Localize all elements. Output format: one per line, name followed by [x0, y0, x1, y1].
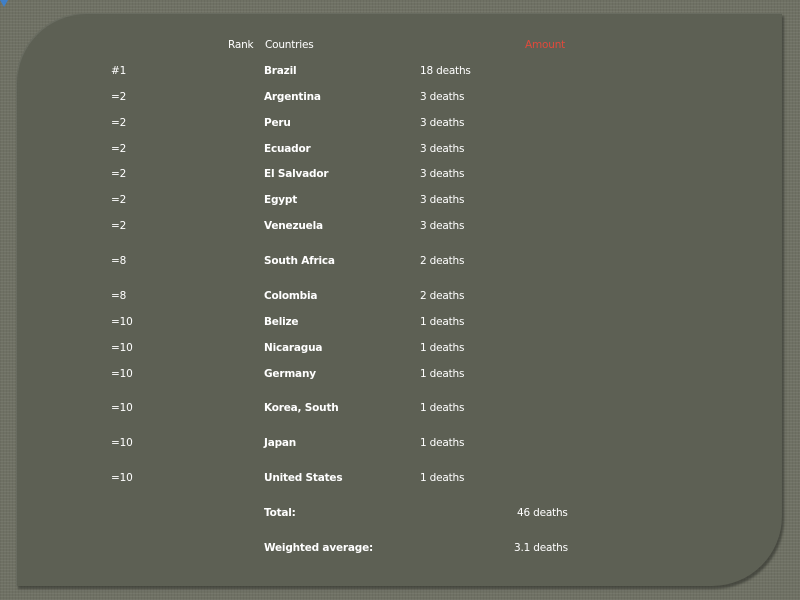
slide-content: Rank Countries Amount #1 Brazil 18 death…	[16, 13, 782, 586]
total-value: 46 deaths	[517, 507, 568, 519]
row-rank: =10	[111, 368, 133, 380]
row-amount: 3 deaths	[420, 194, 465, 206]
row-rank: =2	[111, 143, 127, 155]
row-amount: 3 deaths	[420, 117, 465, 129]
row-rank: =2	[111, 194, 127, 206]
row-amount: 3 deaths	[420, 91, 465, 103]
row-rank: =10	[111, 316, 133, 328]
row-country: Egypt	[264, 194, 298, 206]
row-rank: =2	[111, 168, 127, 180]
row-rank: =10	[111, 402, 133, 414]
row-country: Korea, South	[264, 402, 339, 414]
weighted-average-value: 3.1 deaths	[514, 542, 568, 554]
row-country: Peru	[264, 117, 291, 129]
row-amount: 2 deaths	[420, 290, 465, 302]
row-rank: =10	[111, 342, 133, 354]
row-country: Japan	[264, 437, 297, 449]
row-amount: 1 deaths	[420, 342, 465, 354]
row-rank: =8	[111, 290, 127, 302]
row-country: Belize	[264, 316, 299, 328]
row-country: South Africa	[264, 255, 335, 267]
row-country: Germany	[264, 368, 316, 380]
total-label: Total:	[264, 507, 296, 519]
row-rank: =8	[111, 255, 127, 267]
row-amount: 1 deaths	[420, 472, 465, 484]
header-amount: Amount	[525, 39, 566, 51]
row-rank: =10	[111, 472, 133, 484]
weighted-average-label: Weighted average:	[264, 542, 373, 554]
row-rank: #1	[111, 65, 127, 77]
row-rank: =10	[111, 437, 133, 449]
row-amount: 3 deaths	[420, 220, 465, 232]
row-amount: 3 deaths	[420, 143, 465, 155]
row-rank: =2	[111, 220, 127, 232]
row-country: Argentina	[264, 91, 321, 103]
row-rank: =2	[111, 117, 127, 129]
row-country: Colombia	[264, 290, 318, 302]
row-country: Nicaragua	[264, 342, 323, 354]
row-amount: 1 deaths	[420, 402, 465, 414]
row-country: United States	[264, 472, 343, 484]
row-amount: 18 deaths	[420, 65, 471, 77]
row-rank: =2	[111, 91, 127, 103]
slide-marker-icon	[0, 0, 8, 7]
row-amount: 2 deaths	[420, 255, 465, 267]
row-country: Brazil	[264, 65, 297, 77]
row-country: El Salvador	[264, 168, 329, 180]
row-amount: 1 deaths	[420, 368, 465, 380]
header-rank: Rank	[228, 39, 254, 51]
row-amount: 1 deaths	[420, 437, 465, 449]
row-amount: 3 deaths	[420, 168, 465, 180]
row-country: Venezuela	[264, 220, 323, 232]
row-amount: 1 deaths	[420, 316, 465, 328]
header-countries: Countries	[265, 39, 314, 51]
row-country: Ecuador	[264, 143, 311, 155]
